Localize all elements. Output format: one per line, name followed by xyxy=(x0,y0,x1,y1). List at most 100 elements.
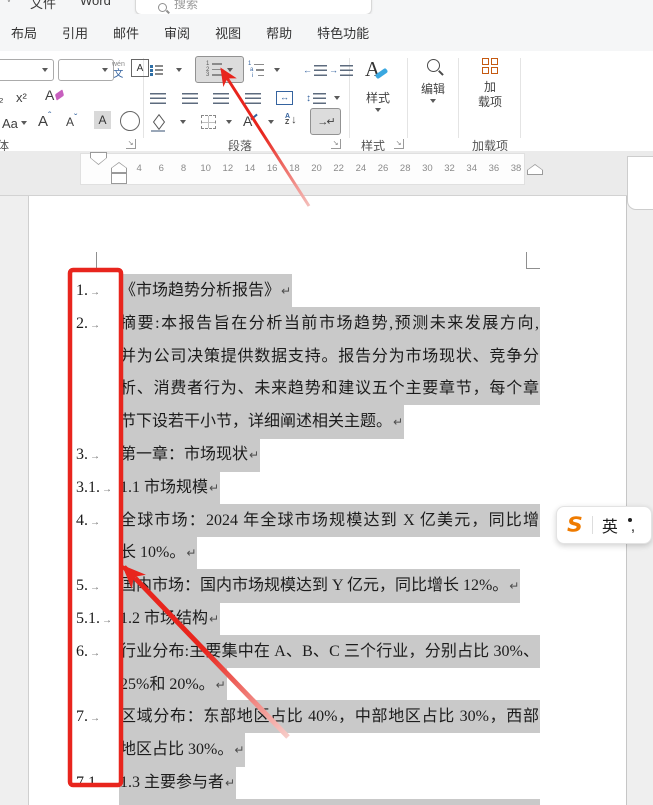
align-center-icon xyxy=(182,92,198,104)
styles-dialog-launcher[interactable]: ↘ xyxy=(394,139,404,149)
shading-bucket-icon xyxy=(152,113,166,131)
bullets-dropdown[interactable] xyxy=(176,59,182,81)
menu-tab-1[interactable]: 布局 xyxy=(11,23,37,42)
menu-tab-6[interactable]: 帮助 xyxy=(266,23,292,42)
right-indent-marker[interactable] xyxy=(527,164,543,175)
shading-dropdown[interactable] xyxy=(180,111,186,133)
font-dialog-launcher[interactable]: ↘ xyxy=(126,139,136,149)
doc-line[interactable]: 6. → 行业分布:主要集中在 A、B、C 三个行业，分别占比 30%、 xyxy=(76,634,540,668)
ime-language-mode[interactable]: 英 xyxy=(602,513,618,537)
sort-button[interactable]: AZ ↓ xyxy=(285,109,297,131)
paragraph-mark: ↵ xyxy=(209,480,220,495)
doc-line[interactable]: 3.1. → 1.1 市场规模↵ xyxy=(76,470,221,505)
borders-dropdown[interactable] xyxy=(226,111,232,133)
ruler-number: 34 xyxy=(466,163,478,174)
tab-mark: → xyxy=(90,582,100,594)
list-number: 5. xyxy=(76,577,88,595)
tab-mark: → xyxy=(90,451,100,462)
menu-tab-4[interactable]: 审阅 xyxy=(164,23,190,42)
phonetic-guide-button[interactable]: wén 文 xyxy=(112,57,125,83)
styles-button[interactable]: A 样式 xyxy=(358,57,398,112)
hanging-indent-marker[interactable] xyxy=(111,162,127,173)
menu-tab-7[interactable]: 特色功能 xyxy=(317,23,369,42)
ruler-strip: 2468101214161820222426283032343638 xyxy=(80,153,525,185)
list-number: 6. xyxy=(76,642,88,660)
shrink-font-button[interactable]: A ˇ xyxy=(66,111,77,133)
change-case-button[interactable]: Aa xyxy=(2,112,27,134)
numbering-dropdown[interactable] xyxy=(227,67,233,72)
menu-tab-2[interactable]: 引用 xyxy=(62,23,88,42)
ime-punctuation-icon[interactable]: , xyxy=(627,516,639,535)
line-spacing-dropdown[interactable] xyxy=(334,87,340,109)
decrease-indent-button[interactable]: ← xyxy=(303,59,327,81)
first-line-indent-marker[interactable] xyxy=(90,152,107,165)
clear-formatting-button[interactable]: A xyxy=(45,84,65,106)
ime-logo[interactable]: S xyxy=(567,514,583,537)
left-indent-marker[interactable] xyxy=(111,173,127,184)
bullets-button[interactable] xyxy=(150,59,163,81)
doc-line[interactable]: 7. → 区域分布：东部地区占比 40%，中部地区占比 30%，西部 xyxy=(76,700,540,734)
superscript-button[interactable]: x² xyxy=(16,86,27,108)
doc-line[interactable]: 1. → 《市场趋势分析报告》↵ xyxy=(76,274,293,308)
paragraph-dialog-launcher[interactable]: ↘ xyxy=(331,139,341,149)
enclose-characters-button[interactable] xyxy=(120,111,140,131)
distribute-icon: ↔ xyxy=(276,91,293,105)
document-page[interactable]: 1. → 《市场趋势分析报告》↵ 2. → 摘要:本报告旨在分析当前市场趋势,预测未来发展… xyxy=(28,196,627,805)
paragraph-mark: ↵ xyxy=(234,743,245,758)
borders-button[interactable] xyxy=(201,111,216,133)
doc-line[interactable]: 8.→国际厂商：公司 A、公司 B、公司 C xyxy=(76,798,540,805)
search-placeholder: 搜索 xyxy=(174,0,199,11)
justify-button[interactable] xyxy=(245,87,261,109)
tab-mark: → xyxy=(90,319,100,331)
text-effects-dropdown[interactable] xyxy=(268,111,274,133)
scroll-area-widget[interactable] xyxy=(627,156,653,210)
line-text: 行业分布:主要集中在 A、B、C 三个行业，分别占比 30%、 xyxy=(119,634,540,668)
search-icon xyxy=(158,3,167,12)
search-input[interactable]: 搜索 xyxy=(135,0,372,14)
addins-button[interactable]: 加 载项 xyxy=(467,58,513,110)
menu-tab-5[interactable]: 视图 xyxy=(215,23,241,42)
ruler-number: 22 xyxy=(333,163,344,174)
borders-icon xyxy=(201,115,216,129)
doc-line[interactable]: 7.1. → 1.3 主要参与者↵ xyxy=(76,766,237,800)
wrap-toggle-button[interactable]: →↵ xyxy=(310,108,341,135)
ime-toolbar[interactable]: S 英 , xyxy=(556,506,652,544)
doc-line[interactable]: 4. → 全球市场：2024 年全球市场规模达到 X 亿美元，同比增 xyxy=(76,503,540,537)
character-shading-button[interactable]: A xyxy=(94,111,111,129)
align-center-button[interactable] xyxy=(182,87,198,109)
doc-line[interactable]: 5. → 国内市场：国内市场规模达到 Y 亿元，同比增长 12%。↵ xyxy=(76,569,521,604)
character-border-button[interactable]: A xyxy=(131,59,149,77)
ruler-number: 24 xyxy=(355,163,367,174)
line-text: 国际厂商：公司 A、公司 B、公司 C xyxy=(119,798,540,805)
file-menu-fragment[interactable]: 文件 xyxy=(30,0,56,12)
increase-indent-button[interactable]: → xyxy=(329,59,353,81)
font-size-combobox[interactable] xyxy=(58,59,114,81)
multilevel-dropdown[interactable] xyxy=(274,59,280,81)
tab-mark: → xyxy=(90,647,100,659)
paragraph-mark: ↵ xyxy=(393,415,404,430)
subscript-button[interactable]: x₂ xyxy=(0,86,4,108)
numbering-button[interactable]: 1 2 3 xyxy=(195,56,244,83)
multilevel-list-button[interactable]: 1 a i xyxy=(248,59,264,81)
doc-line[interactable]: 3. → 第一章：市场现状↵ xyxy=(76,438,261,472)
grow-font-button[interactable]: A ˆ xyxy=(38,110,51,132)
sort-az-icon: AZ xyxy=(285,113,291,126)
quick-access-fragment[interactable]: ˅ xyxy=(6,0,12,6)
increase-indent-icon xyxy=(340,64,353,76)
distribute-button[interactable]: ↔ xyxy=(276,87,293,109)
editing-button[interactable]: 编辑 xyxy=(413,59,453,103)
font-name-combobox[interactable] xyxy=(0,59,54,81)
shading-button[interactable] xyxy=(149,111,169,133)
line-spacing-button[interactable]: ↕ xyxy=(306,87,326,109)
eraser-icon xyxy=(55,89,65,101)
group-separator xyxy=(458,58,459,138)
menu-tab-3[interactable]: 邮件 xyxy=(113,23,139,42)
doc-line[interactable]: 2. → 摘要:本报告旨在分析当前市场趋势,预测未来发展方向, xyxy=(76,306,540,340)
doc-line[interactable]: 5.1. → 1.2 市场结构↵ xyxy=(76,602,221,636)
align-left-button[interactable] xyxy=(150,87,166,109)
align-right-button[interactable] xyxy=(213,87,229,109)
styles-icon: A xyxy=(365,57,391,87)
text-effects-button[interactable]: A xyxy=(243,110,259,132)
line-text: 1.3 主要参与者↵ xyxy=(119,766,237,800)
wrap-icon: →↵ xyxy=(317,116,335,128)
